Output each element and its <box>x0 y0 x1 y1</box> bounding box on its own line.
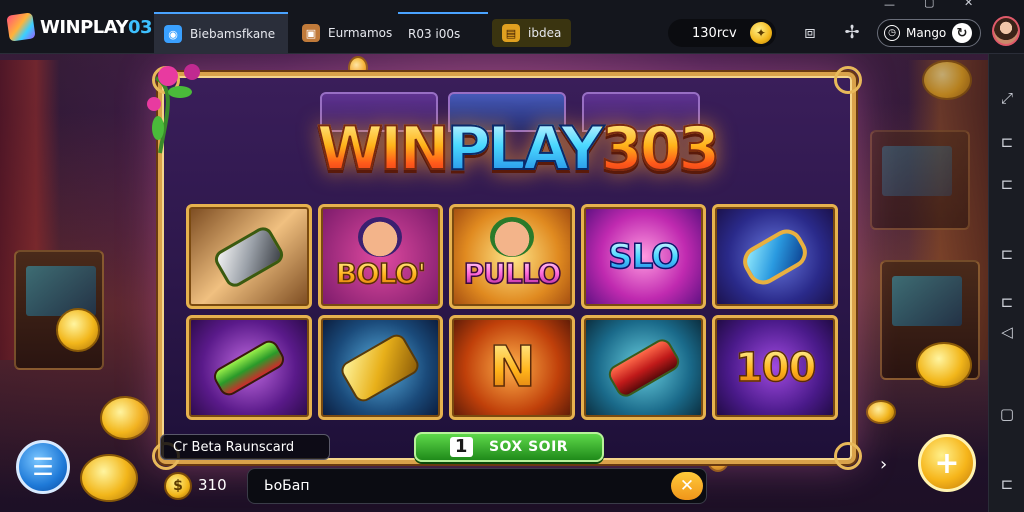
gold-coin-icon <box>100 396 150 440</box>
avatar[interactable] <box>992 16 1020 46</box>
spin-button[interactable]: 1 SOX SOIR <box>414 432 604 462</box>
reel-symbol <box>186 204 312 309</box>
chat-input[interactable]: ЬоБап <box>247 468 707 504</box>
hamburger-icon: ☰ <box>32 453 54 481</box>
gold-cylinder-icon <box>338 330 423 405</box>
portrait-icon: ▣ <box>302 24 320 42</box>
clear-input-button[interactable]: ✕ <box>671 472 703 500</box>
menu-button[interactable]: ☰ <box>16 440 70 494</box>
tab-label: R03 i00s <box>408 27 461 41</box>
logo-icon <box>6 12 36 42</box>
minimize-icon[interactable]: — <box>884 0 895 11</box>
close-icon: ✕ <box>679 476 695 496</box>
refresh-icon: ↻ <box>952 23 972 43</box>
reel-symbol <box>317 315 444 420</box>
star-icon[interactable]: ✢ <box>840 20 864 44</box>
tab-label: Biebamsfkane <box>190 27 276 41</box>
tab-label: Eurmamos <box>328 26 393 40</box>
spin-label: SOX SOIR <box>488 439 569 455</box>
logo-text: WINPLAY <box>40 16 129 38</box>
gamepad-icon: ◉ <box>164 25 182 43</box>
coin-icon: $ <box>164 472 192 500</box>
back-icon[interactable]: ◁ <box>997 322 1017 342</box>
tab-4[interactable]: ▤ ibdea <box>492 19 572 47</box>
user-profile-button[interactable]: ◷ Mango ↻ <box>877 19 981 47</box>
tab-2[interactable]: ▣ Eurmamos <box>292 12 402 54</box>
gold-coin-icon <box>80 454 138 502</box>
app-logo[interactable]: WINPLAY03 <box>6 12 153 42</box>
symbol-label: PULLO <box>463 256 562 291</box>
title-part-3: 303 <box>600 113 721 185</box>
chevron-right-icon[interactable]: › <box>880 454 887 475</box>
spin-number: 1 <box>449 437 473 457</box>
top-bar: WINPLAY03 ◉ Biebamsfkane ▣ Eurmamos R03 … <box>0 0 1024 54</box>
add-coins-button[interactable]: + <box>918 434 976 492</box>
reel-symbol <box>186 315 312 420</box>
gold-coin-icon <box>56 308 100 352</box>
silver-gem-icon <box>211 223 287 290</box>
reel-symbol: SLO <box>580 204 707 309</box>
gift-icon[interactable]: ⧈ <box>798 20 822 44</box>
rotate-icon[interactable]: ⊏ <box>997 292 1017 312</box>
plus-icon: + <box>934 445 960 481</box>
coin-icon: ✦ <box>750 22 772 44</box>
reel-grid: BOLO' PULLO SLO N 100 <box>186 204 838 420</box>
symbol-label: 100 <box>734 344 817 392</box>
character-face-icon <box>489 217 534 257</box>
reel-symbol: PULLO <box>449 204 575 309</box>
app-window: WINPLAY303 BOLO' PULLO SLO N 100 Cr Beta… <box>0 0 1024 512</box>
arcade-cabinet <box>14 250 104 370</box>
reel-symbol <box>712 204 838 309</box>
coin-balance-value: 130rcv <box>692 25 737 41</box>
username: Mango <box>906 26 947 40</box>
maximize-icon[interactable]: ▢ <box>924 0 934 9</box>
reel-symbol: 100 <box>712 315 838 420</box>
symbol-label: N <box>488 334 536 401</box>
green-bug-icon <box>210 336 288 399</box>
volume-icon[interactable]: ⊏ <box>997 132 1017 152</box>
logo-text-accent: 03 <box>128 16 153 38</box>
reel-symbol: N <box>449 315 575 420</box>
balance-label: Cr Beta Raunscard <box>160 434 330 460</box>
reel-symbol: BOLO' <box>317 204 444 309</box>
title-part-2: PLAY <box>446 113 605 185</box>
character-face-icon <box>358 217 403 257</box>
reel-symbol <box>580 315 707 420</box>
keyboard-icon[interactable]: ⊏ <box>997 174 1017 194</box>
blue-gem-icon <box>737 223 813 290</box>
arcade-cabinet <box>870 130 970 230</box>
gold-coin-icon <box>866 400 896 424</box>
title-part-1: WIN <box>316 113 451 185</box>
fullscreen-icon[interactable]: ⤢ <box>997 88 1017 108</box>
frame-ornament <box>834 66 862 94</box>
symbol-label: BOLO' <box>335 256 427 291</box>
screenshot-icon[interactable]: ⊏ <box>997 244 1017 264</box>
chat-input-value: ЬоБап <box>264 478 310 494</box>
home-icon[interactable]: ▢ <box>997 404 1017 424</box>
coin-balance[interactable]: 130rcv ✦ <box>668 19 776 47</box>
side-rail: ⤢ ⊏ ⊏ ⊏ ⊏ ◁ ▢ ⊏ <box>988 54 1024 512</box>
game-title: WINPLAY303 <box>262 104 772 194</box>
gold-coin-icon <box>916 342 972 388</box>
tab-3[interactable]: R03 i00s <box>398 12 488 54</box>
symbol-label: SLO <box>607 236 680 278</box>
frame-ornament <box>834 442 862 470</box>
clock-icon: ◷ <box>884 25 900 41</box>
coin-count: 310 <box>198 476 227 494</box>
close-window-icon[interactable]: ✕ <box>964 0 973 9</box>
recent-apps-icon[interactable]: ⊏ <box>997 474 1017 494</box>
tab-1[interactable]: ◉ Biebamsfkane <box>154 12 288 54</box>
box-icon: ▤ <box>502 24 520 42</box>
tab-label: ibdea <box>528 26 562 40</box>
flower-vine-decoration <box>147 64 200 154</box>
red-cylinder-icon <box>604 335 683 400</box>
gold-coin-icon <box>922 60 972 100</box>
